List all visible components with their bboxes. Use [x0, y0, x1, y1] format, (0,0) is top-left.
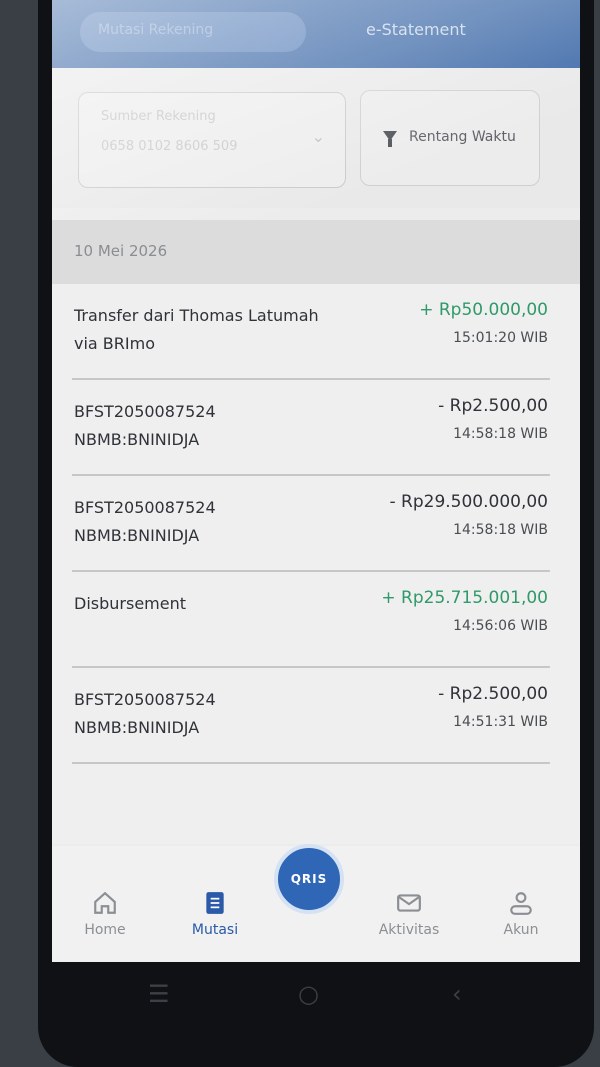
transaction-desc-line1: Disbursement — [74, 594, 186, 613]
transaction-description: BFST2050087524 NBMB:BNINIDJA — [74, 686, 364, 742]
transaction-description: BFST2050087524 NBMB:BNINIDJA — [74, 398, 364, 454]
nav-aktivitas-label: Aktivitas — [378, 922, 440, 938]
tab-estatement[interactable]: e-Statement — [366, 20, 466, 39]
home-circle-icon[interactable]: ○ — [298, 980, 319, 1008]
transaction-description: BFST2050087524 NBMB:BNINIDJA — [74, 494, 364, 550]
transaction-time: 15:01:20 WIB — [453, 330, 548, 346]
list-item[interactable]: BFST2050087524 NBMB:BNINIDJA - Rp2.500,0… — [72, 668, 550, 764]
transaction-description: Transfer dari Thomas Latumah via BRImo — [74, 302, 364, 358]
account-label: Sumber Rekening — [101, 109, 216, 124]
tab-mutasi[interactable]: Mutasi Rekening — [80, 12, 306, 52]
transaction-amount: - Rp2.500,00 — [438, 684, 548, 704]
transaction-desc-line1: BFST2050087524 — [74, 402, 216, 421]
transaction-time: 14:58:18 WIB — [453, 426, 548, 442]
qris-button[interactable]: QRIS — [274, 844, 344, 914]
qris-label: QRIS — [290, 872, 328, 886]
date-range-label: Rentang Waktu — [409, 129, 516, 145]
transaction-desc-line2: NBMB:BNINIDJA — [74, 430, 200, 449]
nav-aktivitas[interactable]: Aktivitas — [364, 890, 454, 938]
system-nav-bar: ☰ ○ ‹ — [52, 962, 580, 1032]
nav-akun[interactable]: Akun — [476, 890, 566, 938]
list-item[interactable]: Disbursement + Rp25.715.001,00 14:56:06 … — [72, 572, 550, 668]
nav-home[interactable]: Home — [60, 890, 150, 938]
home-icon — [94, 891, 116, 914]
transaction-list: Transfer dari Thomas Latumah via BRImo +… — [52, 284, 580, 844]
mail-icon — [397, 894, 421, 912]
transaction-desc-line1: BFST2050087524 — [74, 498, 216, 517]
list-item[interactable]: Transfer dari Thomas Latumah via BRImo +… — [72, 284, 550, 380]
transaction-desc-line2: NBMB:BNINIDJA — [74, 718, 200, 737]
recents-icon[interactable]: ☰ — [148, 980, 170, 1008]
list-item[interactable]: BFST2050087524 NBMB:BNINIDJA - Rp29.500.… — [72, 476, 550, 572]
transaction-amount: + Rp50.000,00 — [419, 300, 548, 320]
account-number: 0658 0102 8606 509 — [101, 139, 238, 154]
nav-mutasi-label: Mutasi — [191, 922, 239, 938]
transaction-time: 14:51:31 WIB — [453, 714, 548, 730]
filter-icon — [383, 131, 397, 147]
nav-home-label: Home — [84, 922, 126, 938]
transaction-desc-line2: via BRImo — [74, 334, 155, 353]
bottom-nav: Home Mutasi QRIS Aktivitas Akun — [52, 844, 580, 962]
chevron-down-icon: ⌄ — [311, 127, 325, 146]
transaction-desc-line2: NBMB:BNINIDJA — [74, 526, 200, 545]
document-list-icon — [206, 892, 224, 914]
transaction-desc-line1: Transfer dari Thomas Latumah — [74, 306, 319, 325]
tab-mutasi-label: Mutasi Rekening — [98, 22, 214, 38]
user-icon — [510, 892, 532, 915]
transaction-desc-line1: BFST2050087524 — [74, 690, 216, 709]
transaction-amount: + Rp25.715.001,00 — [381, 588, 548, 608]
date-group-header: 10 Mei 2026 — [52, 220, 580, 284]
app-screen: Mutasi Rekening e-Statement Sumber Reken… — [52, 0, 580, 962]
account-selector[interactable]: Sumber Rekening 0658 0102 8606 509 ⌄ — [78, 92, 346, 188]
nav-mutasi[interactable]: Mutasi — [170, 890, 260, 938]
nav-akun-label: Akun — [503, 922, 539, 938]
date-group-label: 10 Mei 2026 — [74, 242, 168, 260]
transaction-time: 14:56:06 WIB — [453, 618, 548, 634]
list-item[interactable]: BFST2050087524 NBMB:BNINIDJA - Rp2.500,0… — [72, 380, 550, 476]
transaction-description: Disbursement — [74, 590, 364, 618]
transaction-amount: - Rp29.500.000,00 — [389, 492, 548, 512]
transaction-time: 14:58:18 WIB — [453, 522, 548, 538]
transaction-amount: - Rp2.500,00 — [438, 396, 548, 416]
back-icon[interactable]: ‹ — [452, 980, 462, 1008]
top-header: Mutasi Rekening e-Statement — [52, 0, 580, 68]
date-range-button[interactable]: Rentang Waktu — [360, 90, 540, 186]
